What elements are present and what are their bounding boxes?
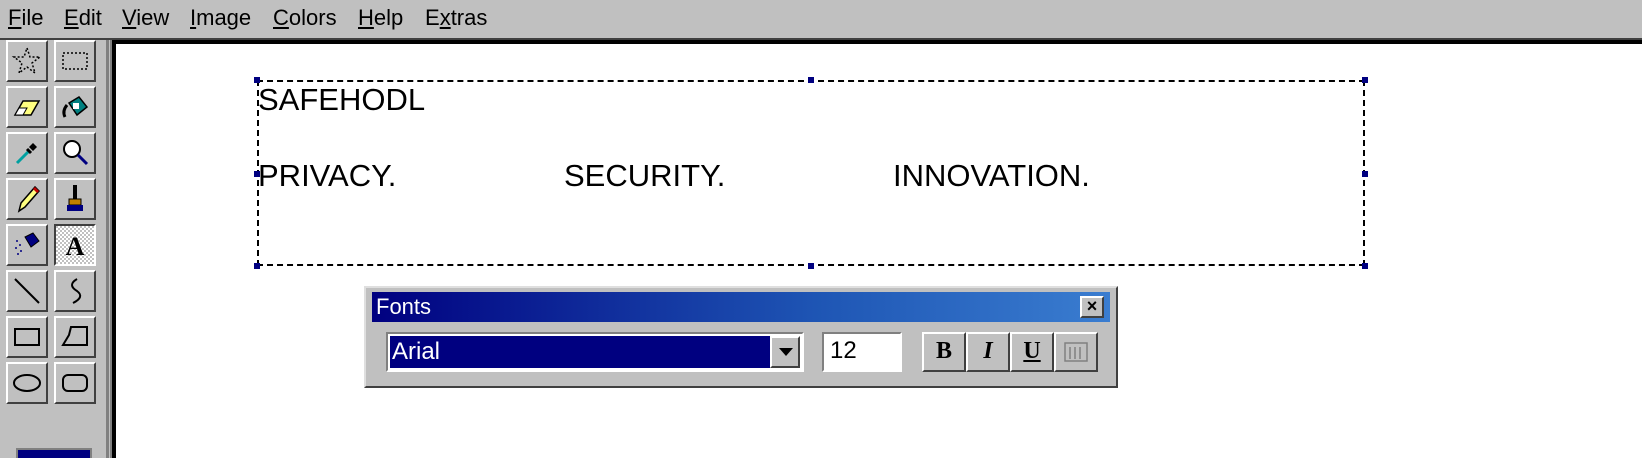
menu-colors[interactable]: Colors [273,3,337,33]
ellipse-icon [13,374,41,392]
canvas-text-privacy: PRIVACY. [258,158,397,193]
menu-view[interactable]: View [122,3,169,33]
pencil-icon [17,185,41,213]
magnifier-icon [63,140,89,166]
tool-panel-divider [106,40,109,458]
fonts-title-bar[interactable]: Fonts × [372,292,1110,322]
tool-airbrush[interactable] [6,224,48,266]
menu-edit[interactable]: Edit [64,3,102,33]
chevron-down-icon[interactable] [770,336,800,368]
resize-handle-ne[interactable] [1362,77,1368,83]
canvas-text-innovation: INNOVATION. [893,158,1090,193]
text-icon: A [66,232,85,261]
tool-rectangle[interactable] [6,316,48,358]
resize-handle-e[interactable] [1362,171,1368,177]
vertical-text-icon [1064,342,1088,362]
resize-handle-sw[interactable] [254,263,260,269]
tool-magnifier[interactable] [54,132,96,174]
close-button[interactable]: × [1080,296,1104,318]
vertical-text-button[interactable] [1054,332,1098,372]
fonts-toolbar: Fonts × Arial 12 B I U [364,286,1118,388]
tool-polygon[interactable] [54,316,96,358]
canvas-text-security: SECURITY. [564,158,726,193]
fill-bucket-icon [62,96,89,118]
airbrush-icon [15,232,40,255]
font-name-select[interactable]: Arial [386,332,804,372]
bold-button[interactable]: B [922,332,966,372]
fonts-title: Fonts [376,294,432,319]
font-name-value: Arial [390,336,770,368]
current-color-swatch[interactable] [16,448,92,458]
tool-free-form-select[interactable] [6,40,48,82]
tool-pencil[interactable] [6,178,48,220]
resize-handle-n[interactable] [808,77,814,83]
rounded-rect-icon [62,374,88,392]
menu-image[interactable]: Image [190,3,251,33]
tool-rounded-rectangle[interactable] [54,362,96,404]
canvas-text-title: SAFEHODL [258,82,426,117]
menu-bar: File Edit View Image Colors Help Extras [0,0,1642,40]
tool-rect-select[interactable] [54,40,96,82]
tool-curve[interactable] [54,270,96,312]
tool-pick-color[interactable] [6,132,48,174]
svg-text:A: A [66,232,85,261]
curve-icon [71,278,82,304]
italic-button[interactable]: I [966,332,1010,372]
polygon-icon [61,326,88,346]
resize-handle-s[interactable] [808,263,814,269]
tool-fill[interactable] [54,86,96,128]
rectangle-icon [14,328,40,346]
menu-extras[interactable]: Extras [425,3,487,33]
brush-icon [67,185,83,211]
tool-eraser[interactable] [6,86,48,128]
menu-file[interactable]: File [8,3,43,33]
menu-help[interactable]: Help [358,3,403,33]
tool-ellipse[interactable] [6,362,48,404]
tool-line[interactable] [6,270,48,312]
line-icon [14,278,40,304]
eraser-icon [13,100,41,116]
eyedropper-icon [15,143,37,165]
tool-text[interactable]: A [54,224,96,266]
underline-button[interactable]: U [1010,332,1054,372]
star-select-icon [11,45,43,75]
font-size-input[interactable]: 12 [822,332,902,372]
tool-panel: A [0,40,109,458]
tool-brush[interactable] [54,178,96,220]
resize-handle-se[interactable] [1362,263,1368,269]
rect-select-icon [62,52,88,70]
